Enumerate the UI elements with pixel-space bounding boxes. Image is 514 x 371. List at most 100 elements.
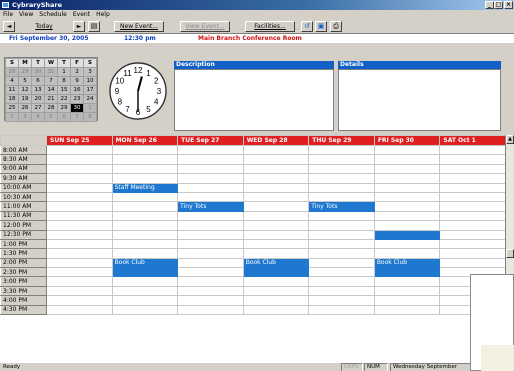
time-slot[interactable] (177, 154, 244, 165)
mini-calendar-day[interactable]: 29 (57, 103, 71, 113)
time-slot[interactable] (111, 276, 179, 287)
mini-calendar-day[interactable]: 25 (5, 103, 19, 113)
minimize-button[interactable]: _ (485, 1, 494, 9)
mini-calendar-day[interactable]: 6 (31, 76, 45, 86)
time-slot[interactable]: Tiny Tots (177, 201, 244, 212)
time-slot[interactable] (308, 238, 375, 250)
mini-calendar-day[interactable]: 12 (18, 85, 32, 95)
scroll-thumb[interactable] (506, 249, 514, 258)
time-slot[interactable] (111, 210, 179, 222)
time-slot[interactable] (111, 201, 179, 212)
mini-calendar-day[interactable]: 28 (44, 103, 58, 113)
time-slot[interactable] (177, 257, 244, 269)
mini-calendar-day[interactable]: 23 (70, 94, 84, 104)
time-slot[interactable] (308, 285, 375, 297)
close-button[interactable]: × (504, 1, 513, 9)
mini-calendar-day[interactable]: 1 (83, 103, 97, 113)
popup-window[interactable] (470, 274, 514, 371)
time-slot[interactable] (308, 163, 375, 175)
time-slot[interactable] (46, 210, 113, 222)
time-slot[interactable] (373, 144, 441, 156)
today-button[interactable]: Today (20, 21, 68, 32)
mini-calendar-day[interactable]: 4 (31, 112, 45, 122)
time-slot[interactable] (242, 276, 310, 287)
day-header[interactable]: TUE Sep 27 (177, 135, 244, 146)
mini-calendar-day[interactable]: 30 (31, 67, 45, 77)
prev-day-button[interactable]: ◄ (3, 21, 15, 32)
time-slot[interactable] (439, 173, 506, 184)
time-slot[interactable] (439, 257, 506, 269)
view-event-button[interactable]: View Event... (180, 21, 230, 32)
time-slot[interactable] (373, 154, 441, 165)
time-slot[interactable] (46, 163, 113, 175)
time-slot[interactable] (242, 173, 310, 184)
mini-calendar-day[interactable]: 15 (57, 85, 71, 95)
mini-calendar-day[interactable]: 18 (5, 94, 19, 104)
time-slot[interactable]: Book Club (111, 257, 179, 269)
time-slot[interactable] (177, 248, 244, 259)
event-block[interactable] (111, 267, 179, 278)
refresh-icon[interactable]: ↺ (301, 21, 313, 32)
time-slot[interactable] (177, 210, 244, 222)
time-slot[interactable] (177, 285, 244, 297)
calendar-view-icon[interactable]: ▤ (88, 21, 100, 32)
time-slot[interactable] (177, 182, 244, 193)
time-slot[interactable] (242, 201, 310, 212)
mini-calendar-day[interactable]: 17 (83, 85, 97, 95)
time-slot[interactable] (111, 163, 179, 175)
mini-calendar-selected-day[interactable]: 30 (70, 103, 84, 113)
event-block[interactable]: Book Club (113, 259, 177, 267)
time-slot[interactable] (242, 229, 310, 240)
mini-calendar-day[interactable]: 9 (70, 76, 84, 86)
time-slot[interactable] (242, 154, 310, 165)
time-slot[interactable] (46, 267, 113, 278)
time-slot[interactable] (373, 248, 441, 259)
time-slot[interactable] (46, 257, 113, 269)
time-slot[interactable] (111, 304, 179, 316)
time-slot[interactable] (242, 248, 310, 259)
time-slot[interactable] (308, 267, 375, 278)
day-header[interactable]: SUN Sep 25 (46, 135, 113, 146)
time-slot[interactable] (177, 276, 244, 287)
menu-schedule[interactable]: Schedule (36, 10, 70, 19)
time-slot[interactable] (111, 220, 179, 231)
mini-calendar-day[interactable]: 21 (44, 94, 58, 104)
event-block[interactable] (242, 267, 310, 278)
time-slot[interactable] (373, 182, 441, 193)
time-slot[interactable] (373, 304, 441, 316)
event-block[interactable] (373, 229, 441, 240)
mini-calendar-day[interactable]: 8 (83, 112, 97, 122)
time-slot[interactable] (308, 144, 375, 156)
time-slot[interactable] (46, 154, 113, 165)
time-slot[interactable] (46, 248, 113, 259)
time-slot[interactable] (308, 276, 375, 287)
time-slot[interactable] (373, 276, 441, 287)
time-slot[interactable] (46, 201, 113, 212)
event-block[interactable]: Book Club (375, 259, 439, 267)
time-slot[interactable] (46, 238, 113, 250)
mini-calendar-day[interactable]: 2 (5, 112, 19, 122)
mini-calendar-day[interactable]: 22 (57, 94, 71, 104)
mini-calendar-day[interactable]: 2 (70, 67, 84, 77)
time-slot[interactable] (111, 248, 179, 259)
event-block[interactable] (373, 267, 441, 278)
mini-calendar-day[interactable]: 4 (5, 76, 19, 86)
day-header[interactable]: THU Sep 29 (308, 135, 375, 146)
time-slot[interactable]: Book Club (242, 257, 310, 269)
time-slot[interactable] (111, 173, 179, 184)
time-slot[interactable] (439, 229, 506, 240)
time-slot[interactable]: Tiny Tots (308, 201, 375, 212)
time-slot[interactable] (439, 210, 506, 222)
time-slot[interactable] (177, 304, 244, 316)
time-slot[interactable] (177, 295, 244, 306)
day-header[interactable]: SAT Oct 1 (439, 135, 506, 146)
event-block[interactable]: Staff Meeting (113, 184, 177, 192)
time-slot[interactable] (308, 257, 375, 269)
event-block[interactable]: Book Club (244, 259, 308, 267)
description-body[interactable] (174, 69, 334, 131)
time-slot[interactable] (111, 154, 179, 165)
mini-calendar-day[interactable]: 19 (18, 94, 32, 104)
time-slot[interactable] (308, 154, 375, 165)
time-slot[interactable] (308, 191, 375, 203)
print-icon[interactable]: ⎙ (330, 21, 342, 32)
